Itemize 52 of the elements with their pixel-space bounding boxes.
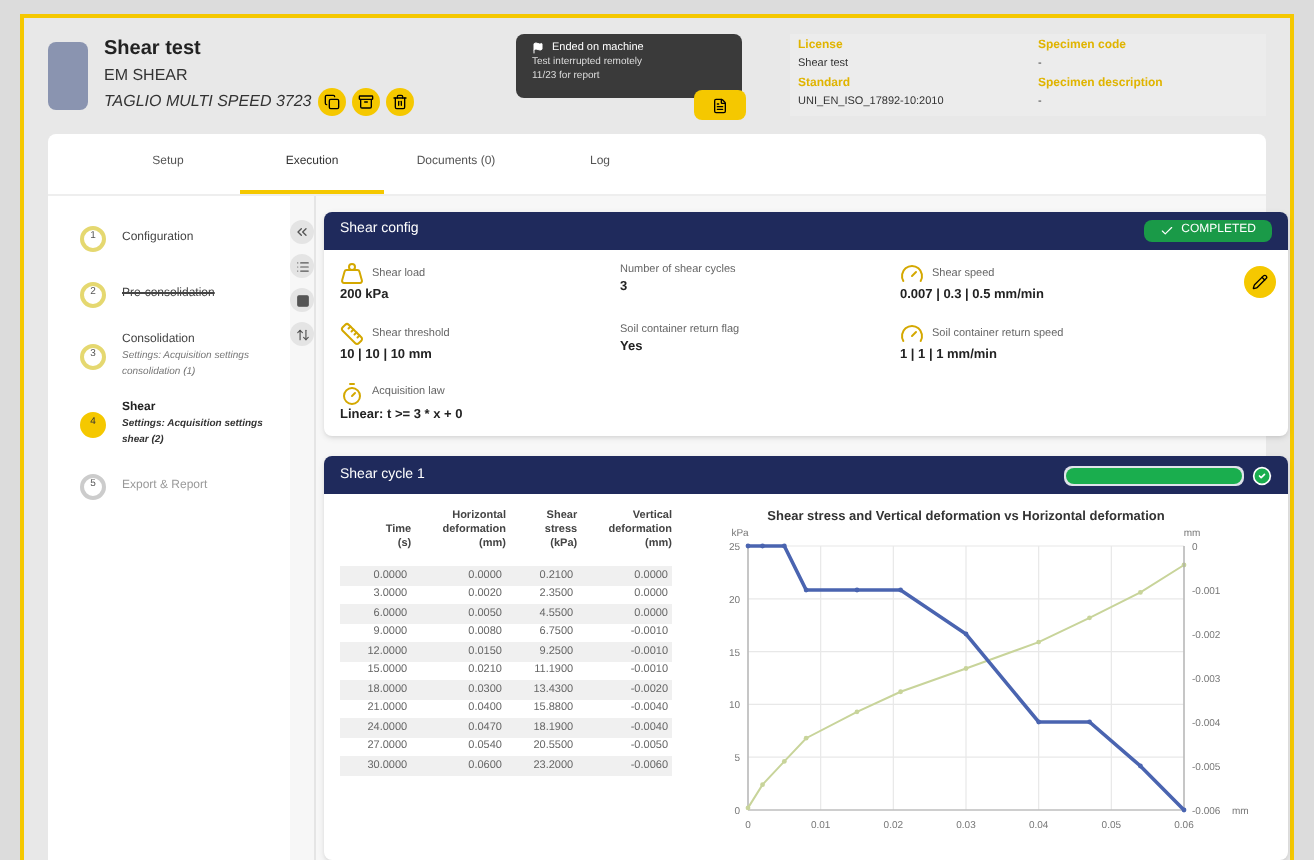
check-circle-icon — [1252, 465, 1272, 486]
archive-box-icon — [357, 94, 374, 110]
trash-icon — [391, 94, 408, 110]
data-point — [854, 709, 860, 715]
gauge-icon — [900, 262, 924, 286]
list-view-button[interactable] — [290, 254, 314, 278]
flag-icon — [532, 42, 544, 55]
collapse-button[interactable] — [290, 220, 314, 244]
document-icon — [712, 97, 728, 113]
data-point — [898, 588, 903, 593]
machine-name: EM SHEAR — [104, 64, 190, 88]
gauge-icon — [900, 321, 924, 346]
list-icon — [295, 259, 309, 273]
data-point — [1087, 720, 1092, 725]
delete-button[interactable] — [385, 88, 414, 116]
data-point — [1036, 720, 1042, 725]
report-button[interactable] — [694, 90, 746, 120]
check-icon — [1159, 224, 1174, 238]
data-point — [1036, 640, 1042, 645]
sort-icon — [295, 327, 309, 341]
data-point — [803, 588, 809, 593]
data-point — [745, 806, 751, 811]
data-point — [854, 588, 860, 593]
copy-button[interactable] — [317, 88, 346, 116]
archive-button[interactable] — [351, 88, 380, 116]
data-point — [1138, 764, 1143, 769]
program-name: TAGLIO MULTI SPEED 3723 — [104, 90, 312, 114]
test-title: Shear test — [104, 36, 203, 64]
pencil-icon — [1252, 274, 1268, 290]
data-point — [760, 782, 765, 788]
weight-icon — [340, 262, 364, 286]
double-chevron-left-icon — [294, 224, 310, 240]
square-icon — [295, 293, 309, 307]
data-point — [963, 632, 969, 637]
data-point — [781, 544, 787, 549]
data-point — [898, 689, 903, 695]
data-point — [745, 544, 751, 549]
machine-photo-placeholder — [48, 42, 88, 110]
data-point — [1087, 615, 1092, 621]
data-point — [1138, 590, 1143, 596]
sort-button[interactable] — [290, 322, 314, 346]
block-view-button[interactable] — [290, 288, 314, 312]
data-point — [1181, 808, 1187, 813]
data-point — [803, 736, 809, 742]
data-point — [963, 666, 969, 672]
data-point — [781, 759, 787, 765]
edit-button[interactable] — [1244, 266, 1276, 298]
stopwatch-icon — [340, 381, 364, 405]
data-point — [1181, 563, 1187, 568]
data-point — [760, 544, 765, 549]
ruler-icon — [340, 321, 364, 346]
copy-icon — [323, 94, 340, 110]
